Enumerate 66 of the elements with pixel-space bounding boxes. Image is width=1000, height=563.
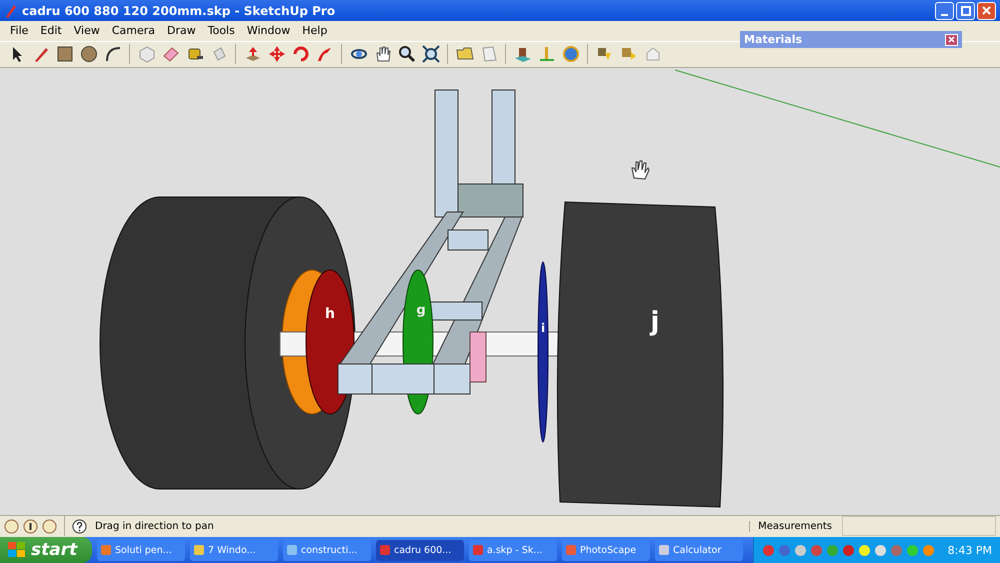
menu-item[interactable]: File (4, 24, 34, 38)
taskbar-button[interactable]: cadru 600... (376, 540, 464, 560)
tool-button[interactable] (78, 44, 99, 65)
status-circle-icon (42, 518, 57, 534)
menu-item[interactable]: Edit (34, 24, 68, 38)
zoom-icon (396, 44, 416, 64)
tray-icon (858, 544, 871, 556)
status-hint: Drag in direction to pan (95, 520, 214, 532)
menu-item[interactable]: Draw (161, 24, 202, 38)
taskbar-button[interactable]: constructi... (283, 540, 371, 560)
windows-logo-icon (8, 542, 26, 558)
tray-icon (906, 544, 919, 556)
zoom-extents-icon (420, 44, 440, 64)
maximize-icon (960, 6, 970, 16)
menu-item[interactable]: Camera (106, 24, 162, 38)
app-icon (565, 544, 577, 556)
tool-button[interactable] (396, 44, 417, 65)
minimize-button[interactable] (935, 2, 954, 20)
status-circle-icon (4, 518, 19, 534)
tray-icon (762, 544, 775, 556)
app-icon (193, 544, 205, 556)
tray-icon (810, 544, 823, 556)
tray-icon (890, 544, 903, 556)
help-icon (72, 518, 87, 534)
rectangle-icon (54, 44, 74, 64)
tray-icon (874, 544, 887, 556)
measurements-label: Measurements (749, 520, 838, 532)
tray-icon (826, 544, 839, 556)
minimize-icon (941, 14, 948, 16)
app-icon (286, 544, 298, 556)
taskbar-button[interactable]: a.skp - Sk... (469, 540, 557, 560)
app-icon (379, 544, 391, 556)
menu-item[interactable]: Tools (202, 24, 241, 38)
rotate-icon (290, 44, 310, 64)
wheel-axle-model-drawing: h g i j (100, 89, 724, 508)
hand-cursor-icon (631, 160, 650, 180)
clock: 8:43 PM (948, 544, 992, 556)
taskbar-button[interactable]: PhotoScape (562, 540, 650, 560)
taskbar-button[interactable]: 7 Windo... (190, 540, 278, 560)
app-icon (472, 544, 484, 556)
close-button[interactable] (945, 34, 958, 46)
tray-icon (922, 544, 935, 556)
menu-item[interactable]: Window (240, 24, 296, 38)
menu-item[interactable]: View (68, 24, 106, 38)
taskbar-button[interactable]: Calculator (655, 540, 743, 560)
app-logo-icon (4, 4, 16, 18)
app-icon (658, 544, 670, 556)
tool-button[interactable] (420, 44, 441, 65)
tray-icon (842, 544, 855, 556)
tray-icon (794, 544, 807, 556)
circle-icon (78, 44, 98, 64)
tray-icon (778, 544, 791, 556)
taskbar-button[interactable]: Soluti pen... (97, 540, 185, 560)
close-icon (948, 36, 955, 43)
window-title: cadru 600 880 120 200mm.skp - SketchUp Pro (22, 4, 336, 18)
menu-item[interactable]: Help (296, 24, 334, 38)
app-icon (100, 544, 112, 556)
cube-icon (136, 44, 156, 64)
maximize-button[interactable] (956, 2, 975, 20)
measurements-field[interactable] (842, 516, 996, 536)
globe-icon (560, 44, 580, 64)
start-button[interactable]: start (0, 537, 92, 563)
panel-title: Materials (744, 33, 802, 46)
close-button[interactable] (977, 2, 996, 20)
close-icon (982, 6, 991, 16)
move-icon (266, 44, 286, 64)
